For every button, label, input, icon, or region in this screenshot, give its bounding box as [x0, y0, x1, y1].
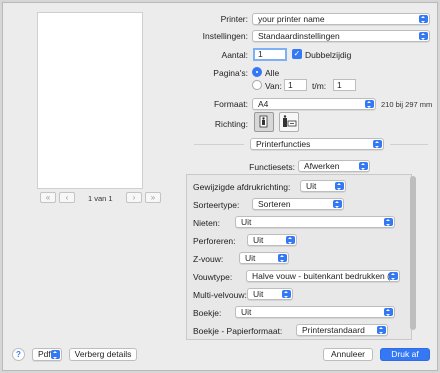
duplex-checkbox[interactable]: ✓ [292, 49, 302, 59]
chevron-updown-icon [384, 308, 393, 316]
staple-select[interactable]: Uit [235, 216, 395, 228]
copies-label: Aantal: [221, 50, 248, 60]
chevron-updown-icon [384, 218, 393, 226]
feature-label-rotation: Gewijzigde afdrukrichting: [193, 182, 291, 192]
first-page-icon: « [45, 193, 51, 202]
feature-sets-label: Functiesets: [249, 162, 295, 172]
booklet-paper-value: Printerstandaard [302, 325, 365, 335]
pages-all-label: Alle [265, 68, 280, 78]
sort-value: Sorteren [258, 199, 291, 209]
checkmark-icon: ✓ [293, 49, 301, 58]
pages-range-radio[interactable] [252, 80, 262, 90]
chevron-updown-icon [419, 15, 428, 23]
help-button[interactable]: ? [12, 348, 25, 361]
staple-value: Uit [241, 217, 252, 227]
print-button[interactable]: Druk af [380, 348, 430, 361]
presets-select[interactable]: Standaardinstellingen [252, 30, 430, 42]
paper-size-select[interactable]: A4 [252, 98, 376, 110]
feature-label-sort: Sorteertype: [193, 200, 240, 210]
presets-value: Standaardinstellingen [258, 31, 340, 41]
chevron-updown-icon [389, 272, 398, 280]
orientation-landscape-button[interactable] [279, 112, 299, 132]
page-indicator: 1 van 1 [88, 194, 113, 203]
previous-page-icon: ‹ [65, 193, 69, 202]
chevron-updown-icon [282, 290, 291, 298]
paper-size-label: Formaat: [213, 99, 248, 109]
chevron-updown-icon [278, 254, 287, 262]
pdf-menu-button[interactable]: Pdf [32, 348, 62, 361]
last-page-icon: » [150, 193, 156, 202]
next-page-button[interactable]: › [126, 192, 142, 203]
feature-label-punch: Perforeren: [193, 236, 236, 246]
page-preview [37, 12, 143, 189]
paper-size-value: A4 [258, 99, 269, 109]
booklet-paper-select[interactable]: Printerstandaard [296, 324, 388, 336]
feature-label-zfold: Z-vouw: [193, 254, 224, 264]
printer-value: your printer name [258, 14, 325, 24]
feature-label-booklet-paper: Boekje - Papierformaat: [193, 326, 283, 336]
feature-sets-value: Afwerken [304, 161, 340, 171]
pages-all-radio[interactable] [252, 67, 262, 77]
chevron-down-icon [51, 350, 60, 359]
pdf-label: Pdf [38, 349, 51, 359]
chevron-updown-icon [286, 236, 295, 244]
pages-to-field[interactable]: 1 [333, 79, 356, 91]
orientation-portrait-button[interactable] [254, 112, 274, 132]
punch-select[interactable]: Uit [247, 234, 297, 246]
zfold-select[interactable]: Uit [239, 252, 289, 264]
previous-page-button[interactable]: ‹ [59, 192, 75, 203]
feature-label-multi-fold: Multi-velvouw: [193, 290, 247, 300]
portrait-icon [259, 115, 268, 128]
sort-select[interactable]: Sorteren [252, 198, 344, 210]
printer-label: Printer: [220, 14, 248, 24]
chevron-updown-icon [377, 326, 386, 334]
rotation-value: Uit [306, 181, 317, 191]
help-icon: ? [16, 350, 21, 359]
chevron-updown-icon [359, 162, 368, 170]
section-select[interactable]: Printerfuncties [250, 138, 384, 150]
multi-fold-select[interactable]: Uit [247, 288, 293, 300]
last-page-button[interactable]: » [145, 192, 161, 203]
orientation-label: Richting: [214, 119, 248, 129]
features-scrollbar[interactable] [410, 176, 416, 330]
pages-label: Pagina's: [213, 68, 248, 78]
paper-dimensions: 210 bij 297 mm [381, 100, 433, 109]
fold-type-select[interactable]: Halve vouw - buitenkant bedrukken (… [246, 270, 400, 282]
pages-from-label: Van: [265, 81, 282, 91]
booklet-select[interactable]: Uit [235, 306, 395, 318]
separator-right [390, 144, 428, 145]
next-page-icon: › [132, 193, 136, 202]
feature-label-staple: Nieten: [193, 218, 220, 228]
feature-sets-select[interactable]: Afwerken [298, 160, 370, 172]
zfold-value: Uit [245, 253, 256, 263]
separator-left [194, 144, 244, 145]
copies-field[interactable]: 1 [253, 48, 287, 61]
hide-details-button[interactable]: Verberg details [69, 348, 137, 361]
section-value: Printerfuncties [256, 139, 311, 149]
printer-select[interactable]: your printer name [252, 13, 430, 25]
chevron-updown-icon [333, 200, 342, 208]
rotation-select[interactable]: Uit [300, 180, 346, 192]
feature-label-booklet: Boekje: [193, 308, 222, 318]
landscape-icon [283, 115, 297, 127]
first-page-button[interactable]: « [40, 192, 56, 203]
feature-label-fold-type: Vouwtype: [193, 272, 233, 282]
punch-value: Uit [253, 235, 264, 245]
chevron-updown-icon [335, 182, 344, 190]
chevron-updown-icon [419, 32, 428, 40]
pages-to-label: t/m: [312, 81, 327, 91]
chevron-updown-icon [373, 140, 382, 148]
multi-fold-value: Uit [253, 289, 264, 299]
duplex-label: Dubbelzijdig [305, 50, 352, 60]
presets-label: Instellingen: [202, 31, 248, 41]
cancel-button[interactable]: Annuleer [323, 348, 373, 361]
chevron-updown-icon [365, 100, 374, 108]
booklet-value: Uit [241, 307, 252, 317]
pages-from-field[interactable]: 1 [284, 79, 307, 91]
fold-type-value: Halve vouw - buitenkant bedrukken (… [252, 271, 399, 281]
